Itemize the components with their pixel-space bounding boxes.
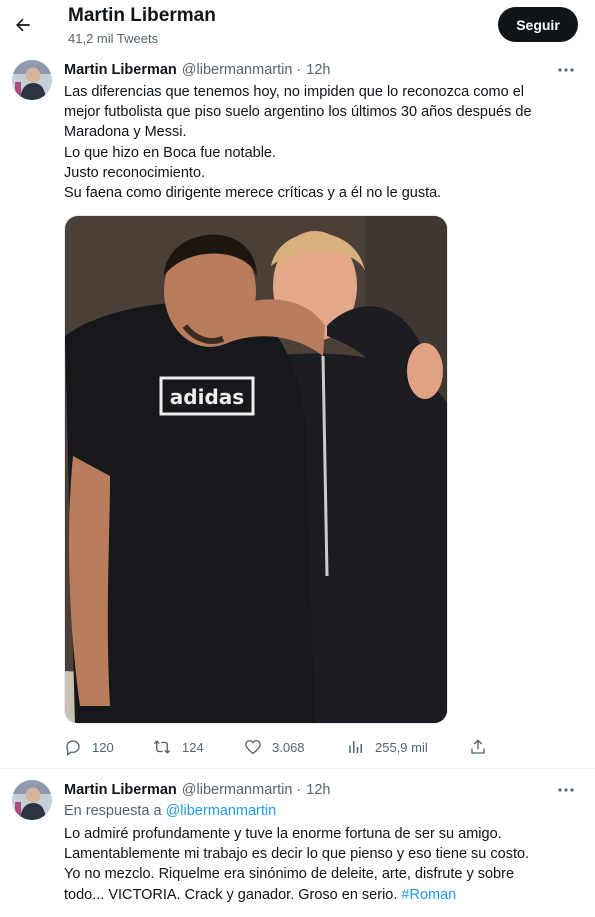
heart-icon <box>245 739 261 755</box>
tweet[interactable]: Martin Liberman @libermanmartin · 12h La… <box>0 52 595 769</box>
text-line: Lo admiré profundamente y tuve la enorme… <box>64 826 502 842</box>
profile-header: Martin Liberman 41,2 mil Tweets Seguir <box>0 0 595 52</box>
more-button[interactable] <box>555 780 577 800</box>
avatar[interactable] <box>12 60 52 100</box>
tweet-actions: 120 124 3.068 255,9 mil <box>64 736 504 758</box>
text-line: Yo no mezclo. Riquelme era sinónimo de d… <box>64 866 515 883</box>
author-handle[interactable]: @libermanmartin <box>182 782 293 798</box>
back-button[interactable] <box>10 12 36 38</box>
tweet-text: Las diferencias que tenemos hoy, no impi… <box>64 82 584 203</box>
retweet-icon <box>153 740 171 754</box>
author-handle[interactable]: @libermanmartin <box>182 62 293 78</box>
more-button[interactable] <box>555 60 577 80</box>
text-line: Justo reconocimiento. <box>64 164 206 181</box>
more-icon <box>558 788 574 792</box>
views-count: 255,9 mil <box>375 739 428 755</box>
arrow-left-icon <box>16 18 30 32</box>
timestamp[interactable]: 12h <box>306 782 330 798</box>
share-icon <box>471 739 485 754</box>
like-button[interactable]: 3.068 <box>244 736 305 758</box>
views-icon <box>349 741 362 753</box>
follow-button[interactable]: Seguir <box>498 7 578 42</box>
reply-handle-link[interactable]: @libermanmartin <box>166 803 277 819</box>
tweet-meta: Martin Liberman @libermanmartin · 12h <box>64 59 330 81</box>
text-fragment: todo... VICTORIA. Crack y ganador. Groso… <box>64 886 398 903</box>
reply-prefix: En respuesta a <box>64 803 162 819</box>
reply-button[interactable]: 120 <box>64 736 114 758</box>
text-line: Lo que hizo en Boca fue notable. <box>64 144 277 161</box>
timestamp[interactable]: 12h <box>306 62 330 78</box>
reply-icon <box>66 740 80 756</box>
reply-context: En respuesta a @libermanmartin <box>64 803 276 819</box>
more-icon <box>558 68 574 72</box>
retweet-button[interactable]: 124 <box>152 736 204 758</box>
text-line: Maradona y Messi. <box>64 124 187 141</box>
tweet-text: Lo admiré profundamente y tuve la enorme… <box>64 824 584 905</box>
tweet-meta: Martin Liberman @libermanmartin · 12h <box>64 779 330 801</box>
text-line: Las diferencias que tenemos hoy, no impi… <box>64 84 524 100</box>
hashtag-link[interactable]: #Roman <box>401 887 456 903</box>
text-line: Su faena como dirigente merece críticas … <box>64 185 442 202</box>
reply-count: 120 <box>92 739 114 755</box>
retweet-count: 124 <box>182 739 204 755</box>
text-line: todo... VICTORIA. Crack y ganador. Groso… <box>64 885 584 905</box>
tweet[interactable]: Martin Liberman @libermanmartin · 12h En… <box>0 770 595 917</box>
profile-name: Martin Liberman <box>68 5 216 26</box>
text-line: Lamentablemente mi trabajo es decir lo q… <box>64 846 530 863</box>
tweet-photo[interactable]: adidas <box>64 215 448 724</box>
text-line: mejor futbolista que piso suelo argentin… <box>64 104 532 121</box>
tweet-count: 41,2 mil Tweets <box>68 31 159 46</box>
author-name[interactable]: Martin Liberman <box>64 782 177 798</box>
separator: · <box>296 62 302 78</box>
shirt-text: adidas <box>170 385 244 409</box>
views-button[interactable]: 255,9 mil <box>347 736 428 758</box>
share-button[interactable] <box>469 736 497 758</box>
like-count: 3.068 <box>272 739 305 755</box>
author-name[interactable]: Martin Liberman <box>64 62 177 78</box>
avatar[interactable] <box>12 780 52 820</box>
separator: · <box>296 782 302 798</box>
